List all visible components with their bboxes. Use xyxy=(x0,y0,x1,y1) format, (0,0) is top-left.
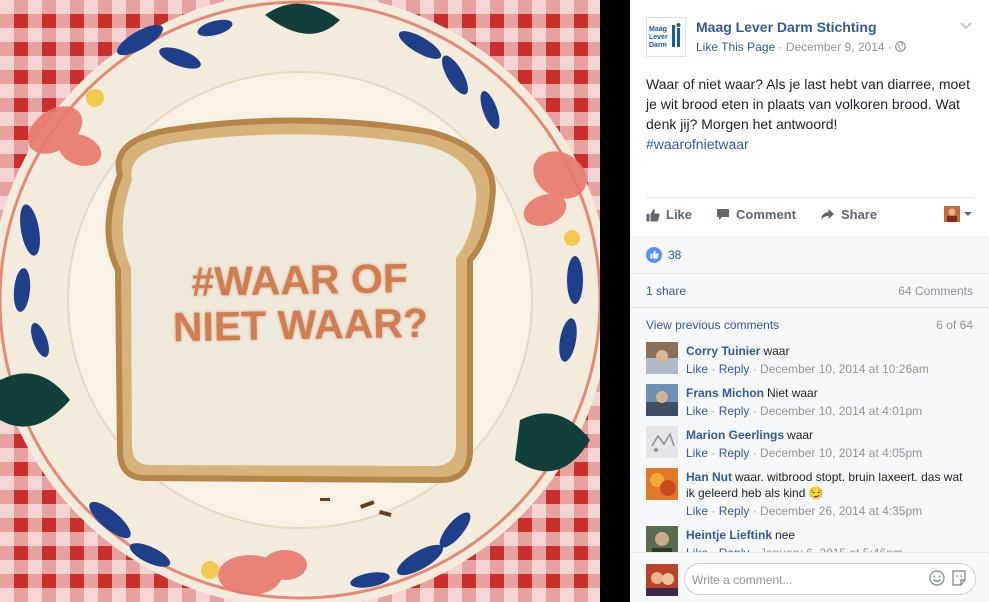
smirk-emoji-icon: 😏 xyxy=(808,486,824,500)
comment-time[interactable]: December 10, 2014 at 10:26am xyxy=(760,362,929,376)
like-button[interactable]: Like xyxy=(646,207,692,222)
mld-logo-icon: Maag Lever Darm xyxy=(649,23,681,49)
comment-text: waar xyxy=(763,344,790,358)
comment-label: Comment xyxy=(736,207,796,222)
comment-reply-link[interactable]: Reply xyxy=(719,446,750,460)
meta-separator: · xyxy=(775,40,786,54)
post-actions: Like Comment Share xyxy=(646,197,973,231)
comment-composer: Write a comment... xyxy=(630,552,989,602)
post-header: Maag Lever Darm Maag Lever Darm Stichtin… xyxy=(630,0,989,62)
like-label: Like xyxy=(666,207,693,222)
post-meta: Like This Page · December 9, 2014 · xyxy=(696,40,907,54)
svg-text:Maag: Maag xyxy=(649,26,667,33)
comment-author[interactable]: Frans Michon xyxy=(686,386,764,400)
sticker-icon[interactable] xyxy=(951,570,967,586)
comment-item: Frans Michon Niet waar Like · Reply · Dec… xyxy=(630,384,989,426)
post-side-panel: Maag Lever Darm Maag Lever Darm Stichtin… xyxy=(630,0,989,602)
hashtag-link[interactable]: #waarofnietwaar xyxy=(646,134,973,154)
view-previous-comments-link[interactable]: View previous comments xyxy=(646,318,779,332)
previous-comments-row: View previous comments 6 of 64 xyxy=(630,308,989,342)
comment-time[interactable]: December 10, 2014 at 4:01pm xyxy=(760,404,922,418)
page-name-link[interactable]: Maag Lever Darm Stichting xyxy=(696,19,877,35)
post-body: Waar of niet waar? Als je last hebt van … xyxy=(646,76,970,132)
svg-text:Darm: Darm xyxy=(649,42,667,49)
commenter-avatar[interactable] xyxy=(646,468,678,500)
comments-count[interactable]: 64 Comments xyxy=(898,284,973,298)
post-photo[interactable]: #waar of niet waar? xyxy=(0,0,600,602)
comment-reply-link[interactable]: Reply xyxy=(719,404,750,418)
thumbs-up-icon xyxy=(646,208,660,221)
shares-link[interactable]: 1 share xyxy=(646,284,686,298)
commenter-avatar[interactable] xyxy=(646,342,678,374)
comment-like-link[interactable]: Like xyxy=(686,404,708,418)
commenter-avatar[interactable] xyxy=(646,384,678,416)
current-user-avatar xyxy=(646,564,678,596)
comment-item: Han Nut waar. witbrood stopt. bruin laxee… xyxy=(630,468,989,526)
svg-text:Lever: Lever xyxy=(649,34,668,41)
like-page-link[interactable]: Like This Page xyxy=(696,40,775,54)
likes-summary[interactable]: 38 xyxy=(630,236,989,274)
comment-text: nee xyxy=(775,528,796,542)
comment-like-link[interactable]: Like xyxy=(686,504,708,518)
share-arrow-icon xyxy=(820,209,834,220)
chevron-down-icon[interactable] xyxy=(959,18,973,32)
share-button[interactable]: Share xyxy=(820,207,877,222)
emoji-picker-icon[interactable] xyxy=(929,570,945,586)
comment-time[interactable]: December 10, 2014 at 4:05pm xyxy=(760,446,922,460)
meta-separator-2: · xyxy=(884,40,896,54)
comment-button[interactable]: Comment xyxy=(716,207,796,222)
share-label: Share xyxy=(840,207,878,222)
comment-reply-link[interactable]: Reply xyxy=(719,504,750,518)
overlay-line-2: niet waar? xyxy=(172,299,429,351)
comments-pager: 6 of 64 xyxy=(936,318,973,332)
post-text: Waar of niet waar? Als je last hebt van … xyxy=(630,62,989,197)
comment-author[interactable]: Han Nut xyxy=(686,470,732,484)
comment-author[interactable]: Marion Geerlings xyxy=(686,428,784,442)
comment-item: Corry Tuinier waar Like · Reply · Decembe… xyxy=(630,342,989,384)
comment-icon xyxy=(717,209,730,220)
user-avatar-small xyxy=(944,206,960,222)
comment-like-link[interactable]: Like xyxy=(686,362,708,376)
posting-as-selector[interactable] xyxy=(944,206,973,222)
shares-comments-row: 1 share 64 Comments xyxy=(630,274,989,308)
page-logo[interactable]: Maag Lever Darm xyxy=(646,17,686,57)
comment-text: Niet waar xyxy=(767,386,818,400)
caret-down-icon xyxy=(964,212,972,216)
toast-overlay-text: #waar of niet waar? xyxy=(99,255,501,352)
overlay-line-1: #waar of xyxy=(191,255,409,305)
globe-icon xyxy=(895,41,907,52)
comment-like-link[interactable]: Like xyxy=(686,446,708,460)
feedback-section: 38 1 share 64 Comments View previous com… xyxy=(630,236,989,602)
comment-reply-link[interactable]: Reply xyxy=(719,362,750,376)
likes-count: 38 xyxy=(668,247,682,262)
post-date[interactable]: December 9, 2014 xyxy=(786,40,885,54)
comment-item: Marion Geerlings waar Like · Reply · Dece… xyxy=(630,426,989,468)
comment-text: waar xyxy=(787,428,814,442)
comment-author[interactable]: Corry Tuinier xyxy=(686,344,760,358)
comment-author[interactable]: Heintje Lieftink xyxy=(686,528,772,542)
like-reaction-icon xyxy=(646,246,662,263)
comment-time[interactable]: December 26, 2014 at 4:35pm xyxy=(760,504,922,518)
commenter-avatar[interactable] xyxy=(646,426,678,458)
